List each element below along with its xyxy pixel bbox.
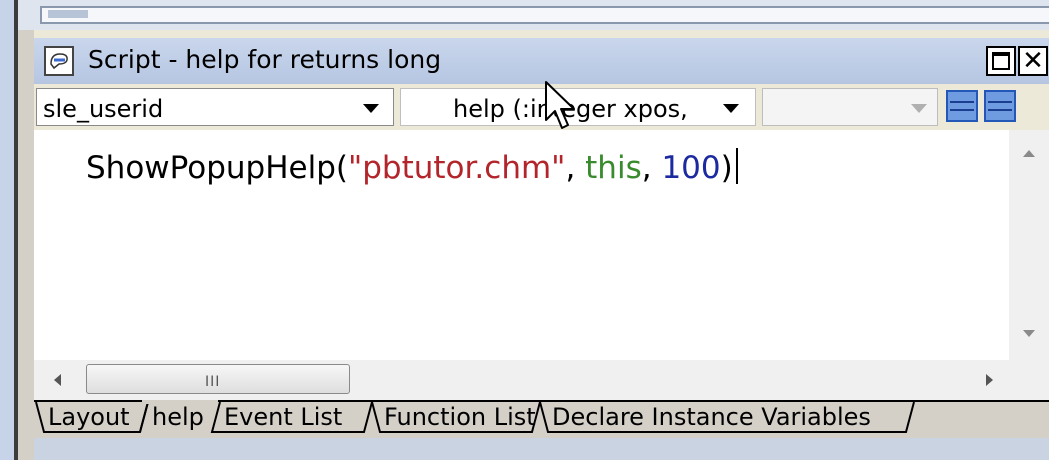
script-icon [44,46,74,76]
code-string: "pbtutor.chm" [347,150,566,186]
layout-button-icon[interactable] [946,90,978,122]
maximize-icon[interactable] [986,46,1016,76]
tab-help[interactable]: help [152,400,204,434]
script-window: Script - help for returns long ✕ sle_use… [34,30,1049,460]
dropdown-arrow-icon[interactable] [911,104,927,113]
scroll-down-icon[interactable] [1023,330,1035,337]
mouse-cursor-icon [545,81,575,129]
grip-icon: III [205,374,221,390]
code-sep: , [641,150,662,186]
dropdown-arrow-icon[interactable] [723,104,739,113]
scroll-thumb[interactable]: III [86,364,350,394]
code-close: ) [720,150,733,186]
layout-button-icon[interactable] [984,90,1016,122]
tab-declare-instance-variables[interactable]: Declare Instance Variables [552,400,871,434]
code-line[interactable]: ShowPopupHelp("pbtutor.chm", this, 100) [86,148,738,186]
ancestor-dropdown[interactable] [762,88,938,126]
close-icon[interactable]: ✕ [1018,46,1048,76]
tab-event-list[interactable]: Event List [224,400,342,434]
tab-layout[interactable]: Layout [48,400,130,434]
code-number: 100 [661,150,721,186]
tab-strip: Layout help Event List Function List Dec… [34,400,1049,438]
object-dropdown[interactable]: sle_userid [36,88,394,126]
code-editor[interactable]: ShowPopupHelp("pbtutor.chm", this, 100) [34,130,1049,360]
scroll-right-icon[interactable] [986,374,993,386]
status-bar [34,438,1049,460]
scroll-up-icon[interactable] [1023,150,1035,157]
text-caret [735,148,738,184]
toolbar: sle_userid help (:integer xpos, [34,86,1049,130]
code-sep: , [565,150,586,186]
vertical-scrollbar[interactable] [1009,130,1049,360]
left-frame [0,0,18,460]
title-bar[interactable]: Script - help for returns long ✕ [34,38,1049,84]
dropdown-arrow-icon[interactable] [363,104,379,113]
window-title: Script - help for returns long [88,45,442,74]
object-dropdown-value: sle_userid [43,95,164,123]
code-keyword: this [585,150,642,186]
code-function: ShowPopupHelp( [86,150,348,186]
scroll-left-icon[interactable] [54,374,61,386]
horizontal-scrollbar[interactable]: III [34,360,1049,400]
top-strip [18,0,1049,30]
tab-function-list[interactable]: Function List [384,400,536,434]
